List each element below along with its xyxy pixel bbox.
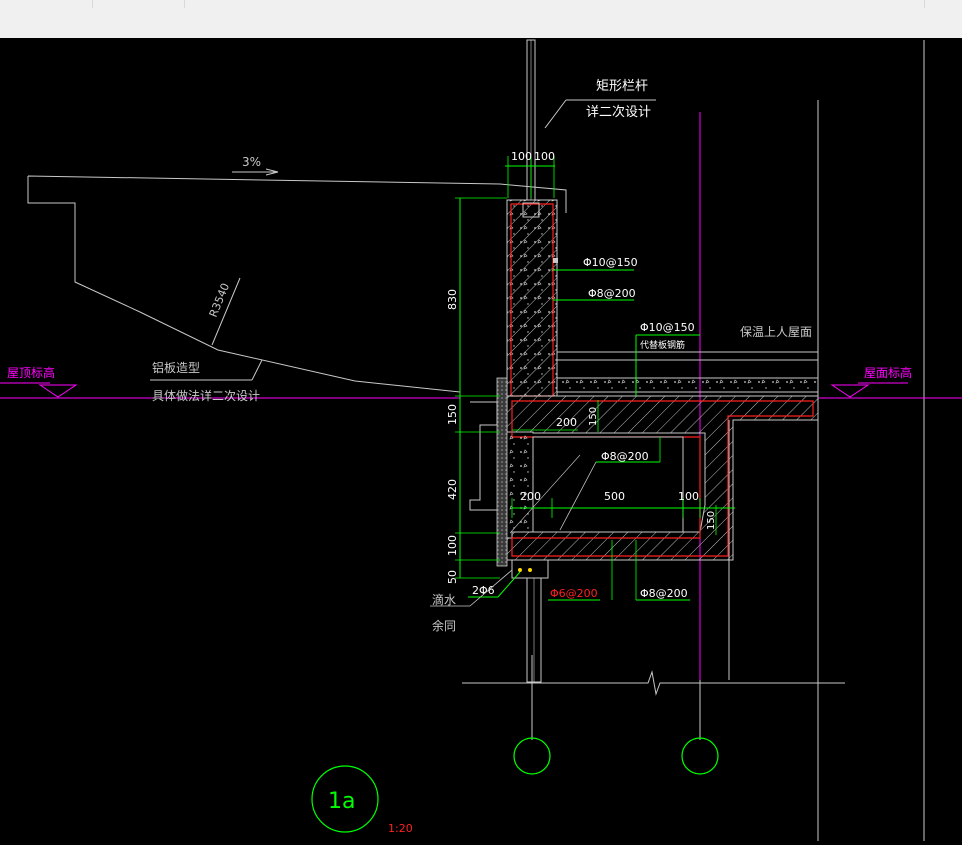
aluminum-canopy-outline: [27, 175, 567, 393]
bracket: [469, 401, 498, 511]
section-drawing: 3% R3540 屋顶标高 铝板造型 具体做法详二次设计 矩形栏杆 详二次设计 …: [0, 39, 962, 841]
dim-420: 420: [446, 479, 459, 500]
dim-inner-500: 500: [604, 490, 625, 503]
railing-label-line2: 详二次设计: [586, 104, 651, 120]
dim-top-right: 100: [534, 150, 555, 163]
dim-830: 830: [446, 289, 459, 310]
roof-layer: [556, 359, 819, 379]
dim-50: 50: [446, 570, 459, 584]
radius-label: R3540: [207, 281, 232, 319]
roof-level-right-label: 屋面标高: [864, 365, 912, 380]
toolbar-segment: [92, 0, 185, 8]
rebar-top1-label: Φ10@150: [583, 256, 638, 269]
rebar-bottom-red-label: Φ6@200: [550, 587, 598, 600]
app-toolbar: [0, 0, 962, 39]
axis-bubble: [681, 737, 719, 775]
roof-level-left-label: 屋顶标高: [7, 365, 55, 380]
toolbar-segment: [0, 0, 93, 8]
dim-150: 150: [446, 404, 459, 425]
dim-inner-200: 200: [520, 490, 541, 503]
dim-inner-200-top: 200: [556, 416, 577, 429]
dim-inner-150-top: 150: [588, 407, 599, 426]
scale-label: 1:20: [388, 822, 413, 835]
detail-id: 1a: [328, 789, 355, 814]
toolbar-segment: [184, 0, 925, 8]
rebar-slab1-label: Φ10@150: [640, 321, 695, 334]
roof-finish-label: 保温上人屋面: [740, 325, 812, 339]
aluminum-label-line2: 具体做法详二次设计: [152, 388, 260, 403]
roof-layer: [556, 351, 819, 361]
cad-drawing-canvas[interactable]: 3% R3540 屋顶标高 铝板造型 具体做法详二次设计 矩形栏杆 详二次设计 …: [0, 38, 962, 841]
drip-label: 滴水: [432, 592, 456, 607]
break-line: [462, 670, 845, 696]
level-marker-right: [830, 384, 870, 398]
railing-label-line1: 矩形栏杆: [596, 79, 648, 94]
rebar-mid-label: Φ8@200: [601, 450, 649, 463]
cladding-strip: [496, 377, 508, 567]
roof-insulation: [556, 377, 819, 393]
axis-bubble: [513, 737, 551, 775]
dim-100: 100: [446, 535, 459, 556]
dim-top-left: 100: [511, 150, 532, 163]
dim-inner-100: 100: [678, 490, 699, 503]
dim-inner-150-right: 150: [706, 511, 717, 530]
rest-label: 余同: [432, 618, 456, 633]
slope-label: 3%: [242, 155, 261, 169]
level-marker-left: [38, 384, 78, 398]
rebar-top2-label: Φ8@200: [588, 287, 636, 300]
rebar-slab2-label: 代替板钢筋: [640, 339, 685, 351]
aluminum-label-line1: 铝板造型: [152, 360, 200, 375]
rebar-bottom-right-label: Φ8@200: [640, 587, 688, 600]
